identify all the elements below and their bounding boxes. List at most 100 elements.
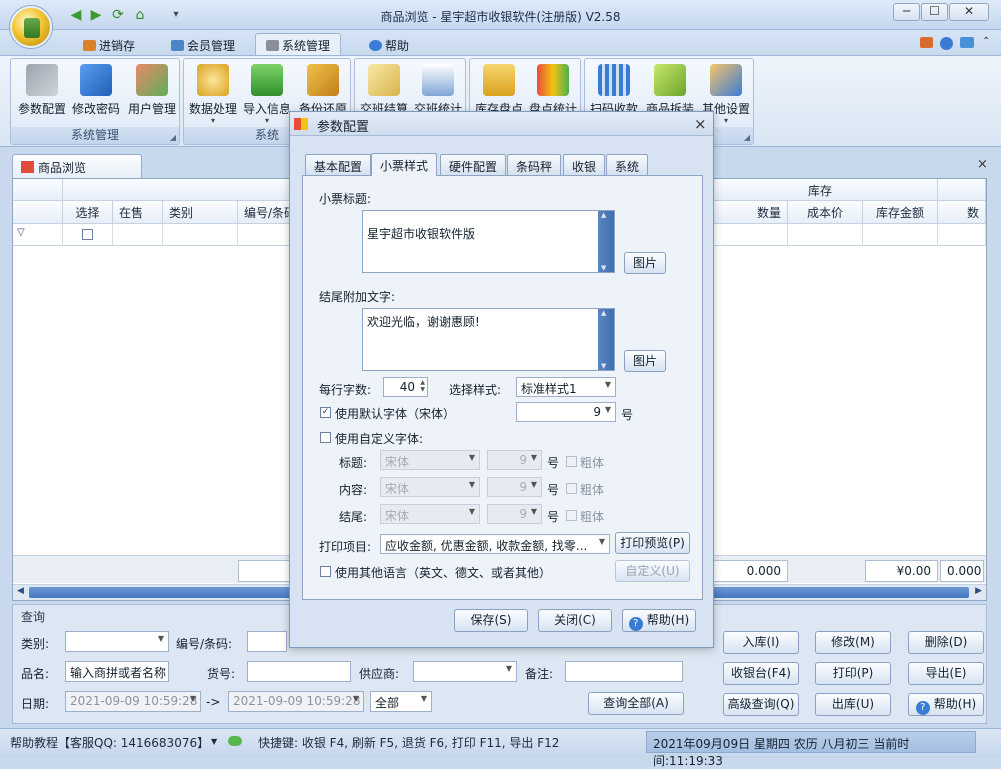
print-preview-button[interactable]: 打印预览(P)	[615, 532, 690, 554]
print-button[interactable]: 打印(P)	[815, 662, 891, 685]
group-dialog-launcher-icon[interactable]: ◢	[170, 133, 176, 142]
scroll-left-icon[interactable]: ◀	[17, 586, 24, 596]
scan-payment-button[interactable]: 扫码收款	[587, 64, 641, 117]
delete-button[interactable]: 删除(D)	[908, 631, 984, 654]
scroll-right-icon[interactable]: ▶	[975, 586, 982, 596]
cart-icon[interactable]	[920, 37, 933, 48]
query-all-button[interactable]: 查询全部(A)	[588, 692, 684, 715]
column-header-quantity[interactable]: 数量	[713, 201, 788, 224]
filter-quantity[interactable]	[713, 224, 788, 246]
product-split-button[interactable]: 商品拆装	[643, 64, 697, 117]
style-select[interactable]: 标准样式1 ▼	[516, 377, 616, 397]
textarea-scrollbar[interactable]	[598, 309, 614, 370]
tab-hardware-config[interactable]: 硬件配置	[440, 154, 507, 175]
footer-font-select[interactable]: 宋体 ▼	[380, 504, 480, 524]
title-image-button[interactable]: 图片	[624, 252, 666, 274]
shift-settle-button[interactable]: 交班结算	[357, 64, 411, 117]
stocktake-stats-button[interactable]: 盘点统计	[526, 64, 580, 117]
use-default-font-checkbox[interactable]: ✓	[320, 407, 331, 418]
advanced-query-button[interactable]: 高级查询(Q)	[723, 693, 799, 716]
filter-icon[interactable]: ▽	[17, 227, 25, 238]
shift-stats-button[interactable]: 交班统计	[411, 64, 465, 117]
close-button[interactable]: ✕	[949, 3, 989, 21]
column-header-category[interactable]: 类别	[163, 201, 238, 224]
import-info-button[interactable]: 导入信息 ▾	[241, 64, 293, 125]
doc-tab-product-browse[interactable]: 商品浏览	[12, 154, 142, 178]
change-password-button[interactable]: 修改密码	[69, 64, 123, 117]
param-config-button[interactable]: 参数配置	[16, 64, 68, 117]
filter-stock-amount[interactable]	[863, 224, 938, 246]
tab-members[interactable]: 会员管理	[160, 33, 246, 55]
date-to-input[interactable]: 2021-09-09 10:59:28 ▼	[228, 691, 364, 712]
modify-button[interactable]: 修改(M)	[815, 631, 891, 654]
spinner-arrows-icon[interactable]: ▲ ▼	[420, 379, 425, 393]
footer-textarea[interactable]: 欢迎光临，谢谢惠顾!	[362, 308, 615, 371]
info-icon[interactable]	[940, 37, 953, 50]
wechat-icon[interactable]	[228, 736, 242, 746]
name-input[interactable]: 输入商拼或者名称	[65, 661, 169, 682]
filter-more[interactable]	[938, 224, 986, 246]
customize-button[interactable]: 自定义(U)	[615, 560, 690, 582]
category-select[interactable]: ▼	[65, 631, 169, 652]
group-dialog-launcher-icon[interactable]: ◢	[744, 133, 750, 142]
backup-restore-button[interactable]: 备份还原	[296, 64, 350, 117]
other-language-checkbox[interactable]	[320, 566, 331, 577]
footer-image-button[interactable]: 图片	[624, 350, 666, 372]
export-button[interactable]: 导出(E)	[908, 662, 984, 685]
column-header-stock-amount[interactable]: 库存金额	[863, 201, 938, 224]
tab-cashier[interactable]: 收银	[563, 154, 606, 175]
date-from-input[interactable]: 2021-09-09 10:59:28 ▼	[65, 691, 201, 712]
column-header-onsale[interactable]: 在售	[113, 201, 163, 224]
dialog-save-button[interactable]: 保存(S)	[454, 609, 528, 632]
filter-category[interactable]	[163, 224, 238, 246]
cashier-button[interactable]: 收银台(F4)	[723, 662, 799, 685]
tab-basic-config[interactable]: 基本配置	[305, 154, 372, 175]
filter-select[interactable]	[63, 224, 113, 246]
doc-tab-close-icon[interactable]: ×	[977, 157, 988, 172]
title-bold-checkbox[interactable]	[566, 456, 577, 467]
ribbon-expand-icon[interactable]: ⌃	[982, 36, 990, 47]
receipt-title-textarea[interactable]: 星宇超市收银软件版	[362, 210, 615, 273]
chevron-down-icon[interactable]: ▼	[211, 737, 217, 746]
stocktake-button[interactable]: 库存盘点	[472, 64, 526, 117]
tab-system[interactable]: 系统	[606, 154, 649, 175]
stock-out-button[interactable]: 出库(U)	[815, 693, 891, 716]
help-button[interactable]: ? 帮助(H)	[908, 693, 984, 716]
print-items-select[interactable]: 应收金额, 优惠金额, 收款金额, 找零... ▼	[380, 534, 610, 554]
dialog-close-button[interactable]: 关闭(C)	[538, 609, 612, 632]
user-management-button[interactable]: 用户管理	[125, 64, 179, 117]
maximize-button[interactable]: ☐	[921, 3, 948, 21]
title-size-select[interactable]: 9 ▼	[487, 450, 542, 470]
app-menu-orb[interactable]	[10, 6, 52, 48]
use-custom-font-checkbox[interactable]	[320, 432, 331, 443]
supplier-select[interactable]: ▼	[413, 661, 517, 682]
chars-per-line-spinner[interactable]: 40 ▲ ▼	[383, 377, 428, 397]
tab-system[interactable]: 系统管理	[255, 33, 342, 55]
tab-barcode-scale[interactable]: 条码秤	[507, 154, 562, 175]
data-processing-button[interactable]: 数据处理 ▾	[187, 64, 239, 125]
filter-onsale[interactable]	[113, 224, 163, 246]
stock-in-button[interactable]: 入库(I)	[723, 631, 799, 654]
title-font-select[interactable]: 宋体 ▼	[380, 450, 480, 470]
status-help[interactable]: 帮助教程【客服QQ: 1416683076】	[10, 734, 209, 751]
skin-icon[interactable]	[960, 37, 974, 48]
tab-receipt-style[interactable]: 小票样式	[371, 153, 438, 176]
column-header-select[interactable]: 选择	[63, 201, 113, 224]
code-input[interactable]	[247, 631, 287, 652]
item-no-input[interactable]	[247, 661, 351, 682]
column-header-cost[interactable]: 成本价	[788, 201, 863, 224]
date-scope-select[interactable]: 全部 ▼	[370, 691, 432, 712]
tab-inventory[interactable]: 进销存	[72, 33, 146, 55]
minimize-button[interactable]: ─	[893, 3, 920, 21]
textarea-scrollbar[interactable]	[598, 211, 614, 272]
footer-bold-checkbox[interactable]	[566, 510, 577, 521]
tab-help[interactable]: 帮助	[358, 33, 420, 55]
content-bold-checkbox[interactable]	[566, 483, 577, 494]
filter-cost[interactable]	[788, 224, 863, 246]
filter-select-checkbox[interactable]	[82, 229, 93, 240]
footer-size-select[interactable]: 9 ▼	[487, 504, 542, 524]
dialog-close-icon[interactable]: ×	[694, 115, 707, 133]
dialog-help-button[interactable]: ? 帮助(H)	[622, 609, 696, 632]
content-size-select[interactable]: 9 ▼	[487, 477, 542, 497]
default-font-size-select[interactable]: 9 ▼	[516, 402, 616, 422]
